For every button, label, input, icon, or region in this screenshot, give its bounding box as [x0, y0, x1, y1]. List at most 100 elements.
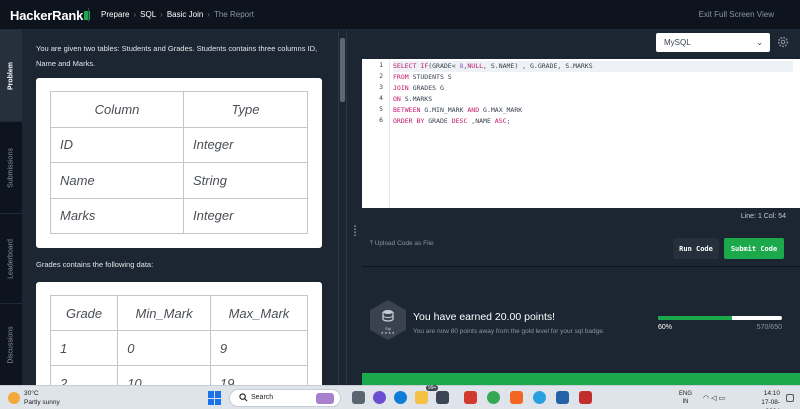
copilot-icon[interactable] — [373, 391, 386, 404]
breadcrumb-basic-join[interactable]: Basic Join — [167, 10, 203, 19]
table-header-cell: Max_Mark — [209, 295, 309, 331]
tab-leaderboard[interactable]: Leaderboard — [0, 214, 22, 304]
top-bar: HackerRank Prepare › SQL › Basic Join › The Re… — [0, 0, 800, 30]
code-line[interactable]: BETWEEN G.MIN_MARK AND G.MAX_MARK — [393, 105, 793, 116]
reward-subtitle: You are now 80 points away from the gold… — [413, 328, 605, 335]
input-language[interactable]: ENG IN — [679, 390, 692, 406]
problem-statement: You are given two tables: Students and G… — [22, 30, 338, 385]
pdf-app-icon[interactable] — [579, 391, 592, 404]
notification-icon[interactable] — [786, 394, 794, 402]
table-cell: Marks — [50, 197, 184, 234]
line-number: 1 — [379, 61, 383, 69]
upload-code-link[interactable]: ⤒ Upload Code as File — [370, 240, 434, 248]
table-header-cell: Type — [182, 91, 309, 128]
search-highlight-icon — [316, 393, 334, 404]
search-icon — [239, 393, 248, 402]
task-view-icon[interactable] — [352, 391, 365, 404]
success-banner — [362, 373, 800, 385]
grades-intro: Grades contains the following data: — [36, 260, 154, 269]
table-cell: 0 — [117, 330, 211, 366]
table-cell: 2 — [49, 365, 119, 385]
table-row: ID Integer — [50, 126, 309, 163]
exit-fullscreen-link[interactable]: Exit Full Screen View — [699, 10, 774, 19]
chrome-icon[interactable] — [487, 391, 500, 404]
code-line[interactable]: JOIN GRADES G — [393, 83, 793, 94]
chevron-down-icon: ⌄ — [756, 38, 763, 47]
table-row: 2 10 19 — [49, 365, 309, 385]
tab-discussions[interactable]: Discussions — [0, 304, 22, 385]
drag-handle-icon[interactable]: ▪ ▪ ▪ ▪ — [352, 224, 358, 242]
tab-problem[interactable]: Problem — [0, 30, 22, 122]
table-cell: 1 — [49, 330, 119, 366]
table-header-row: Column Type — [50, 91, 309, 128]
scrollbar-thumb[interactable] — [340, 38, 345, 102]
weather-temp: 30°C — [24, 390, 39, 397]
edge-icon[interactable] — [394, 391, 407, 404]
editor-pane: MySQL ⌄ 1 2 3 4 5 6 SELECT IF(GRADE< 8,N… — [362, 30, 800, 385]
breadcrumb-separator-icon: › — [207, 10, 210, 19]
word-icon[interactable] — [556, 391, 569, 404]
table-cell: 9 — [209, 330, 309, 366]
table-header-cell: Min_Mark — [117, 295, 211, 331]
gift-app-icon[interactable] — [464, 391, 477, 404]
pane-splitter[interactable]: ▪ ▪ ▪ ▪ — [346, 30, 362, 385]
taskbar-search[interactable]: Search — [229, 389, 341, 407]
table-row: 1 0 9 — [49, 330, 309, 366]
notification-badge: 99+ — [426, 385, 439, 391]
table-header-cell: Grade — [49, 295, 119, 331]
breadcrumb: Prepare › SQL › Basic Join › The Report — [88, 8, 254, 22]
line-number-gutter: 1 2 3 4 5 6 — [362, 59, 390, 208]
progress-fill — [658, 316, 733, 320]
submit-code-button[interactable]: Submit Code — [724, 238, 784, 259]
battery-icon: ▭ — [718, 395, 728, 402]
mail-icon[interactable]: 99+ — [426, 385, 449, 404]
sql-badge-icon: Sql ★★★★ — [370, 300, 406, 340]
students-table: Column Type ID Integer Name String Marks… — [50, 91, 309, 234]
hackerrank-logo[interactable]: HackerRank — [10, 8, 91, 23]
line-number: 3 — [379, 83, 383, 91]
table-cell: String — [182, 162, 309, 199]
table-row: Marks Integer — [50, 197, 309, 234]
code-line[interactable]: ON S.MARKS — [393, 94, 793, 105]
line-number: 5 — [379, 105, 383, 113]
tab-submissions[interactable]: Submissions — [0, 122, 22, 214]
grades-table: Grade Min_Mark Max_Mark 1 0 9 2 10 19 — [49, 295, 309, 385]
partly-sunny-icon — [8, 392, 20, 404]
code-lines: SELECT IF(GRADE< 8,NULL, S.NAME) , G.GRA… — [393, 61, 793, 127]
table-header-cell: Column — [50, 91, 184, 128]
wifi-icon: ◠ — [703, 395, 712, 402]
students-table-card: Column Type ID Integer Name String Marks… — [36, 78, 322, 248]
file-explorer-icon[interactable] — [415, 391, 428, 404]
speaker-icon: ◁ — [711, 395, 719, 402]
app-root: HackerRank Prepare › SQL › Basic Join › The Re… — [0, 0, 800, 409]
windows-taskbar: 30°C Partly sunny Search 99+ ENG IN ◠◁▭ 1… — [0, 385, 800, 409]
table-cell: Name — [50, 162, 184, 199]
reward-title: You have earned 20.00 points! — [413, 311, 556, 323]
table-cell: Integer — [182, 197, 309, 234]
system-tray[interactable]: ◠◁▭ — [703, 394, 727, 402]
line-number: 2 — [379, 72, 383, 80]
weather-condition: Partly sunny — [24, 399, 60, 406]
progress-percent: 60% — [658, 324, 673, 331]
line-number: 6 — [379, 116, 383, 124]
upload-icon: ⤒ — [370, 240, 373, 247]
table-cell: 10 — [117, 365, 211, 385]
windows-start-icon[interactable] — [208, 391, 222, 405]
table-cell: ID — [50, 126, 184, 163]
cursor-position: Line: 1 Col: 54 — [740, 213, 786, 220]
system-clock[interactable]: 14:1017-08-2024 — [752, 389, 780, 409]
gear-icon[interactable] — [776, 35, 790, 49]
brave-icon[interactable] — [510, 391, 523, 404]
code-line[interactable]: ORDER BY GRADE DESC ,NAME ASC; — [393, 116, 793, 127]
run-code-button[interactable]: Run Code — [673, 238, 719, 259]
code-line[interactable]: FROM STUDENTS S — [393, 72, 793, 83]
code-line[interactable]: SELECT IF(GRADE< 8,NULL, S.NAME) , G.GRA… — [393, 61, 793, 72]
telegram-icon[interactable] — [533, 391, 546, 404]
language-select[interactable]: MySQL ⌄ — [656, 33, 770, 52]
table-row: Name String — [50, 162, 309, 199]
problem-scrollbar[interactable] — [338, 30, 346, 385]
breadcrumb-sql[interactable]: SQL — [140, 10, 156, 19]
code-editor[interactable]: 1 2 3 4 5 6 SELECT IF(GRADE< 8,NULL, S.N… — [362, 59, 800, 208]
breadcrumb-prepare[interactable]: Prepare — [101, 10, 129, 19]
table-cell: 19 — [209, 365, 309, 385]
